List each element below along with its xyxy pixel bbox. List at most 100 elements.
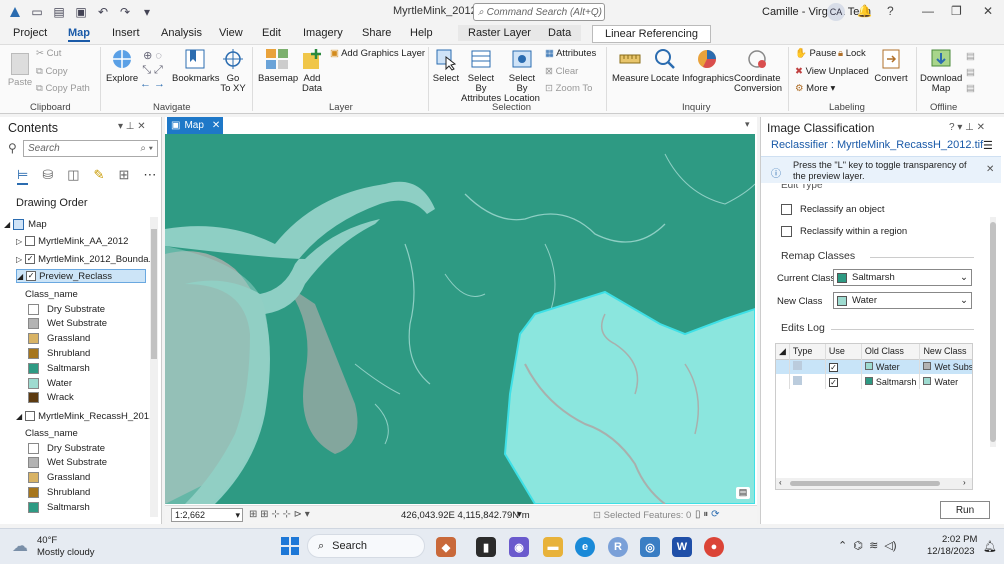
file-explorer-icon[interactable]: ▬ [543, 537, 563, 557]
pane-options-icon[interactable]: ▾ ⊥ ✕ [118, 121, 146, 132]
close-info-icon[interactable]: ✕ [986, 164, 994, 175]
layer-checkbox[interactable] [25, 411, 36, 421]
teams-chat-icon[interactable]: ◉ [509, 537, 529, 557]
tab-linear-referencing[interactable]: Linear Referencing [592, 25, 711, 43]
layer-checkbox[interactable]: ✓ [25, 254, 36, 264]
tab-map[interactable]: Map [68, 27, 90, 42]
attributes-button[interactable]: ▦ Attributes [545, 49, 596, 59]
tab-view[interactable]: View [219, 27, 243, 39]
list-by-drawing-order-icon[interactable]: ⊨ [17, 167, 29, 185]
map-tab[interactable]: ▣ Map ✕ [167, 117, 223, 134]
map-chat-icon[interactable]: ▤ [736, 487, 750, 499]
infographics-button[interactable]: Infographics [682, 47, 734, 84]
wifi-icon[interactable]: ≋ [869, 540, 878, 552]
notification-icon[interactable]: 🔔 [857, 4, 872, 18]
clock[interactable]: 2:02 PM [942, 534, 977, 545]
col-old-class[interactable]: Old Class [861, 344, 921, 359]
weather-desc[interactable]: Mostly cloudy [37, 547, 95, 558]
scrollbar-thumb[interactable] [790, 481, 940, 486]
map-tree-item[interactable]: ◢ Map [4, 217, 154, 231]
word-icon[interactable]: W [672, 537, 692, 557]
list-by-data-source-icon[interactable]: ⛁ [42, 167, 53, 185]
close-icon[interactable]: ✕ [983, 4, 993, 18]
tab-share[interactable]: Share [362, 27, 391, 39]
pane-controls-icon[interactable]: ? ▾ ⊥ ✕ [949, 122, 985, 133]
tab-edit[interactable]: Edit [262, 27, 281, 39]
list-by-snapping-icon[interactable]: ⊞ [118, 167, 129, 185]
user-name[interactable]: Camille - Virginia Tech [762, 6, 871, 18]
locate-button[interactable]: Locate [650, 47, 680, 84]
collapse-icon[interactable]: ◢ [17, 272, 23, 281]
notification-bell-icon[interactable]: 🔔︎ [983, 540, 997, 553]
list-by-editing-icon[interactable]: ✎ [94, 167, 105, 185]
layer-item-preview-reclass[interactable]: ◢ ✓ Preview_Reclass [16, 269, 146, 283]
current-class-select[interactable]: Saltmarsh ⌄ [833, 269, 972, 286]
paste-button[interactable]: Paste [6, 53, 34, 88]
map-refresh-controls[interactable]: ▯ ⏸ ⟳ [695, 509, 719, 520]
scrollbar-thumb[interactable] [151, 229, 157, 359]
undo-icon[interactable]: ↶ [94, 3, 112, 21]
collapse-icon[interactable]: ◢ [4, 220, 10, 229]
pane-scrollbar[interactable] [990, 217, 996, 447]
tab-raster-layer[interactable]: Raster Layer [458, 25, 541, 41]
contents-search-input[interactable]: Search ⌕ ▾ [23, 140, 158, 157]
view-unplaced-button[interactable]: ✖ View Unplaced [795, 67, 869, 77]
volume-icon[interactable]: ◁) [884, 540, 896, 552]
new-class-select[interactable]: Water ⌄ [833, 292, 972, 309]
r-app-icon[interactable]: R [608, 537, 628, 557]
pause-labels-button[interactable]: ✋ Pause [795, 49, 836, 59]
more-options-icon[interactable]: ⋯ [143, 167, 156, 185]
filter-icon[interactable]: ⚲ [8, 141, 17, 155]
widget-app-icon[interactable]: ◆ [436, 537, 456, 557]
select-button[interactable]: Select [432, 47, 460, 84]
download-map-button[interactable]: Download Map [920, 47, 962, 94]
goto-xy-button[interactable]: Go To XY [220, 47, 246, 94]
coordinate-conversion-button[interactable]: Coordinate Conversion [734, 47, 782, 94]
customize-toolbar-icon[interactable]: ▾ [138, 3, 156, 21]
scroll-left-icon[interactable]: ‹ [779, 478, 782, 487]
collapse-icon[interactable]: ◢ [16, 412, 22, 421]
reclassify-object-option[interactable]: Reclassify an object [781, 204, 884, 215]
command-search-input[interactable]: ⌕ Command Search (Alt+Q) [473, 3, 605, 21]
new-project-icon[interactable]: ▭ [28, 3, 46, 21]
weather-icon[interactable]: ☁ [12, 536, 28, 556]
map-canvas[interactable] [165, 134, 755, 504]
task-view-icon[interactable]: ▮ [476, 537, 496, 557]
table-icon[interactable]: ▯ [695, 509, 701, 520]
bookmarks-button[interactable]: Bookmarks [172, 47, 220, 84]
run-button[interactable]: Run [940, 501, 990, 519]
zoom-to-button[interactable]: ⊡ Zoom To [545, 84, 592, 94]
clear-button[interactable]: ⊠ Clear [545, 67, 578, 77]
open-project-icon[interactable]: ▤ [50, 3, 68, 21]
use-checkbox[interactable]: ✓ [825, 359, 862, 374]
chevron-up-icon[interactable]: ⌃ [838, 540, 847, 552]
minimize-icon[interactable]: — [922, 4, 934, 18]
redo-icon[interactable]: ↷ [116, 3, 134, 21]
copy-path-button[interactable]: ⧉ Copy Path [36, 84, 90, 94]
expand-icon[interactable]: ▷ [16, 255, 22, 264]
convert-button[interactable]: Convert [874, 47, 908, 84]
tab-options-icon[interactable]: ▾ [745, 119, 750, 130]
maximize-icon[interactable]: ❐ [951, 4, 962, 18]
chrome-icon[interactable]: ● [704, 537, 724, 557]
selected-features-count[interactable]: ⊡ Selected Features: 0 [593, 510, 691, 521]
save-icon[interactable]: ▣ [72, 3, 90, 21]
system-tray-icons[interactable]: ⌃ ⌬ ≋ ◁) [838, 539, 897, 552]
table-h-scrollbar[interactable]: ‹ › [776, 478, 972, 489]
navigate-small-tools[interactable]: ⊕ ◌ ⤡ ⤢ ← → [140, 49, 165, 91]
map-status-tools-icon[interactable]: ⊞ ⊞ ⊹ ⊹ ⊳ ▾ [249, 509, 310, 520]
cut-button[interactable]: ✂ Cut [36, 49, 61, 59]
layer-item-aa[interactable]: ▷ MyrtleMink_AA_2012 [16, 234, 166, 248]
tab-help[interactable]: Help [410, 27, 433, 39]
scale-selector[interactable]: 1:2,662 ▾ [171, 508, 243, 522]
menu-icon[interactable]: ☰ [983, 139, 993, 152]
layer-item-boundary[interactable]: ▷ ✓ MyrtleMink_2012_Bounda... [16, 252, 166, 266]
offline-small-tools[interactable]: ▤ ▤ ▤ [966, 49, 975, 97]
tab-imagery[interactable]: Imagery [303, 27, 343, 39]
avatar[interactable]: CA [827, 3, 845, 21]
contents-scrollbar[interactable] [150, 217, 158, 517]
select-by-attributes-button[interactable]: Select By Attributes [461, 47, 501, 104]
reclassify-region-option[interactable]: Reclassify within a region [781, 226, 907, 237]
coordinate-units-dropdown[interactable]: ▾ [517, 509, 522, 520]
tab-analysis[interactable]: Analysis [161, 27, 202, 39]
